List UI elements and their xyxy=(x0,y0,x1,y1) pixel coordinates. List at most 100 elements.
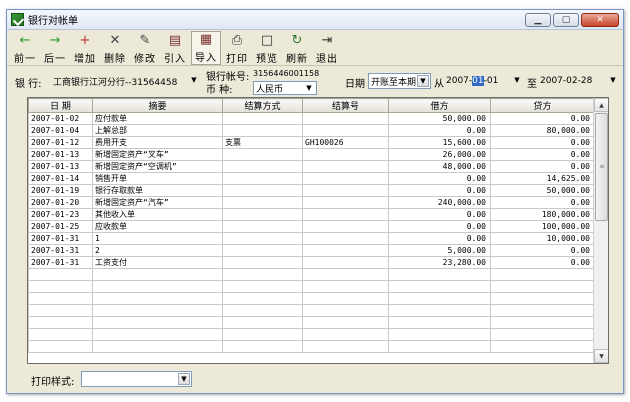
table-cell[interactable]: 销售开单 xyxy=(92,172,223,185)
table-cell[interactable] xyxy=(222,244,303,257)
table-cell[interactable] xyxy=(28,304,93,317)
table-cell[interactable]: 支票 xyxy=(222,136,303,149)
table-cell[interactable]: 14,625.00 xyxy=(490,172,595,185)
table-row[interactable]: 2007-01-04 上解总部 0.00 80,000.00 xyxy=(28,124,595,137)
table-cell[interactable] xyxy=(388,268,491,281)
table-cell[interactable]: 26,000.00 xyxy=(388,148,491,161)
currency-select[interactable]: 人民币 ▼ xyxy=(253,81,317,95)
table-cell[interactable]: 应付款单 xyxy=(92,112,223,125)
maximize-button[interactable]: ▢ xyxy=(553,13,579,27)
table-cell[interactable] xyxy=(222,340,303,353)
table-cell[interactable] xyxy=(28,292,93,305)
table-cell[interactable] xyxy=(490,328,595,341)
next-button[interactable]: → 后一 xyxy=(41,31,69,65)
table-cell[interactable] xyxy=(302,316,389,329)
table-row[interactable]: 2007-01-25 应收款单 0.00 100,000.00 xyxy=(28,220,595,233)
table-cell[interactable]: 上解总部 xyxy=(92,124,223,137)
exit-button[interactable]: ⇥ 退出 xyxy=(313,31,341,65)
delete-button[interactable]: ✕ 删除 xyxy=(101,31,129,65)
table-cell[interactable] xyxy=(490,316,595,329)
export-button[interactable]: ▦ 导入 xyxy=(191,31,221,65)
table-cell[interactable]: 2007-01-20 xyxy=(28,196,93,209)
column-header[interactable]: 结算方式 xyxy=(222,98,303,113)
table-cell[interactable] xyxy=(222,256,303,269)
table-cell[interactable]: 2007-01-31 xyxy=(28,256,93,269)
column-header[interactable]: 日 期 xyxy=(28,98,93,113)
table-cell[interactable]: 100,000.00 xyxy=(490,220,595,233)
edit-button[interactable]: ✎ 修改 xyxy=(131,31,159,65)
title-bar[interactable]: 银行对帐单 ▁ ▢ ✕ xyxy=(7,10,623,30)
table-cell[interactable] xyxy=(28,268,93,281)
table-cell[interactable]: 0.00 xyxy=(490,196,595,209)
table-cell[interactable]: 0.00 xyxy=(490,256,595,269)
table-cell[interactable] xyxy=(92,292,223,305)
table-cell[interactable] xyxy=(28,340,93,353)
table-cell[interactable] xyxy=(302,244,389,257)
empty-row[interactable] xyxy=(28,304,595,317)
table-cell[interactable]: 5,000.00 xyxy=(388,244,491,257)
table-cell[interactable] xyxy=(222,232,303,245)
table-cell[interactable] xyxy=(222,172,303,185)
prev-button[interactable]: ← 前一 xyxy=(11,31,39,65)
table-cell[interactable] xyxy=(222,124,303,137)
table-cell[interactable]: 2007-01-23 xyxy=(28,208,93,221)
empty-row[interactable] xyxy=(28,268,595,281)
table-cell[interactable]: 新增固定资产“叉车” xyxy=(92,148,223,161)
table-cell[interactable]: 80,000.00 xyxy=(490,124,595,137)
vertical-scrollbar[interactable]: ▲ ≡ ▼ xyxy=(593,98,608,363)
table-cell[interactable] xyxy=(222,328,303,341)
table-row[interactable]: 2007-01-31 工资支付 23,280.00 0.00 xyxy=(28,256,595,269)
table-cell[interactable] xyxy=(388,280,491,293)
table-row[interactable]: 2007-01-31 1 0.00 10,000.00 xyxy=(28,232,595,245)
table-cell[interactable] xyxy=(302,268,389,281)
statement-grid[interactable]: 日 期摘要 结算方式 结算号 借方 贷方 2007-01-02 应付款单 50,000.00… xyxy=(27,97,609,364)
table-row[interactable]: 2007-01-12 费用开支 支票 GH100026 15,600.00 0.00 xyxy=(28,136,595,149)
table-row[interactable]: 2007-01-14 销售开单 0.00 14,625.00 xyxy=(28,172,595,185)
table-cell[interactable]: 50,000.00 xyxy=(388,112,491,125)
print-style-select[interactable]: ▼ xyxy=(81,371,192,387)
table-cell[interactable]: 0.00 xyxy=(490,112,595,125)
column-header[interactable]: 贷方 xyxy=(490,98,595,113)
scroll-up-button[interactable]: ▲ xyxy=(594,98,608,112)
column-header[interactable]: 结算号 xyxy=(302,98,389,113)
table-cell[interactable] xyxy=(302,208,389,221)
table-cell[interactable] xyxy=(302,172,389,185)
table-cell[interactable] xyxy=(92,340,223,353)
table-cell[interactable]: 银行存取款单 xyxy=(92,184,223,197)
table-cell[interactable]: 2007-01-13 xyxy=(28,148,93,161)
table-row[interactable]: 2007-01-31 2 5,000.00 0.00 xyxy=(28,244,595,257)
table-cell[interactable] xyxy=(302,304,389,317)
table-cell[interactable] xyxy=(222,196,303,209)
table-row[interactable]: 2007-01-20 新增固定资产“汽车” 240,000.00 0.00 xyxy=(28,196,595,209)
table-row[interactable]: 2007-01-13 新增固定资产“叉车” 26,000.00 0.00 xyxy=(28,148,595,161)
print-button[interactable]: ⎙ 打印 xyxy=(223,31,251,65)
table-cell[interactable] xyxy=(302,124,389,137)
table-cell[interactable]: 2007-01-25 xyxy=(28,220,93,233)
table-cell[interactable] xyxy=(28,280,93,293)
empty-row[interactable] xyxy=(28,340,595,353)
scroll-thumb[interactable]: ≡ xyxy=(595,113,608,221)
empty-row[interactable] xyxy=(28,316,595,329)
table-cell[interactable] xyxy=(222,304,303,317)
table-cell[interactable] xyxy=(92,280,223,293)
table-cell[interactable] xyxy=(302,232,389,245)
table-cell[interactable] xyxy=(490,292,595,305)
table-cell[interactable] xyxy=(92,328,223,341)
table-cell[interactable]: GH100026 xyxy=(302,136,389,149)
from-date-month[interactable]: 01 xyxy=(472,76,484,86)
table-cell[interactable]: 23,280.00 xyxy=(388,256,491,269)
table-cell[interactable] xyxy=(92,268,223,281)
table-cell[interactable]: 0.00 xyxy=(388,124,491,137)
table-cell[interactable]: 其他收入单 xyxy=(92,208,223,221)
table-cell[interactable] xyxy=(302,220,389,233)
table-cell[interactable]: 0.00 xyxy=(490,136,595,149)
table-cell[interactable]: 2007-01-14 xyxy=(28,172,93,185)
table-cell[interactable]: 新增固定资产“汽车” xyxy=(92,196,223,209)
to-date-picker[interactable]: 2007-02-28 ▼ xyxy=(538,73,620,89)
minimize-button[interactable]: ▁ xyxy=(525,13,551,27)
table-cell[interactable]: 0.00 xyxy=(388,184,491,197)
table-cell[interactable]: 0.00 xyxy=(388,172,491,185)
table-cell[interactable] xyxy=(388,328,491,341)
table-cell[interactable] xyxy=(222,220,303,233)
preview-button[interactable]: □ 预览 xyxy=(253,31,281,65)
